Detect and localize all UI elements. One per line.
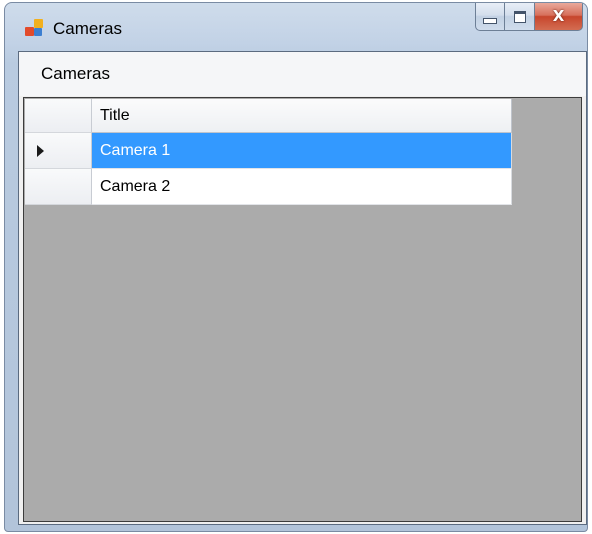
title-bar[interactable]: Cameras X: [5, 3, 587, 51]
minimize-button[interactable]: [475, 3, 505, 31]
column-header-title[interactable]: Title: [92, 99, 512, 133]
row-header[interactable]: [25, 169, 92, 205]
app-icon-yellow-square: [34, 19, 43, 28]
grid-header-row: Title: [25, 99, 512, 133]
app-icon-red-square: [25, 27, 34, 36]
cell-title[interactable]: Camera 2: [92, 169, 512, 205]
maximize-icon: [513, 10, 526, 23]
grid-table: Title Camera 1 Camera 2: [25, 99, 512, 205]
table-row[interactable]: Camera 2: [25, 169, 512, 205]
app-icon: [25, 19, 45, 39]
maximize-button[interactable]: [505, 3, 535, 31]
client-area: Cameras Title Camera 1 Camera 2: [18, 51, 587, 525]
row-header[interactable]: [25, 133, 92, 169]
minimize-icon: [483, 17, 497, 24]
table-row[interactable]: Camera 1: [25, 133, 512, 169]
cameras-datagrid[interactable]: Title Camera 1 Camera 2: [23, 97, 582, 522]
caption-buttons: X: [475, 3, 583, 33]
window-title: Cameras: [53, 19, 122, 38]
close-icon: X: [552, 7, 565, 25]
current-row-arrow-icon: [37, 144, 44, 157]
app-icon-blue-square: [34, 28, 42, 36]
cell-title[interactable]: Camera 1: [92, 133, 512, 169]
menu-bar: Cameras: [19, 52, 586, 96]
cameras-window: Cameras X Cameras Title Camera 1 Camera …: [4, 2, 588, 532]
menu-item-cameras[interactable]: Cameras: [37, 64, 114, 84]
close-button[interactable]: X: [535, 3, 583, 31]
top-left-header-cell[interactable]: [25, 99, 92, 133]
